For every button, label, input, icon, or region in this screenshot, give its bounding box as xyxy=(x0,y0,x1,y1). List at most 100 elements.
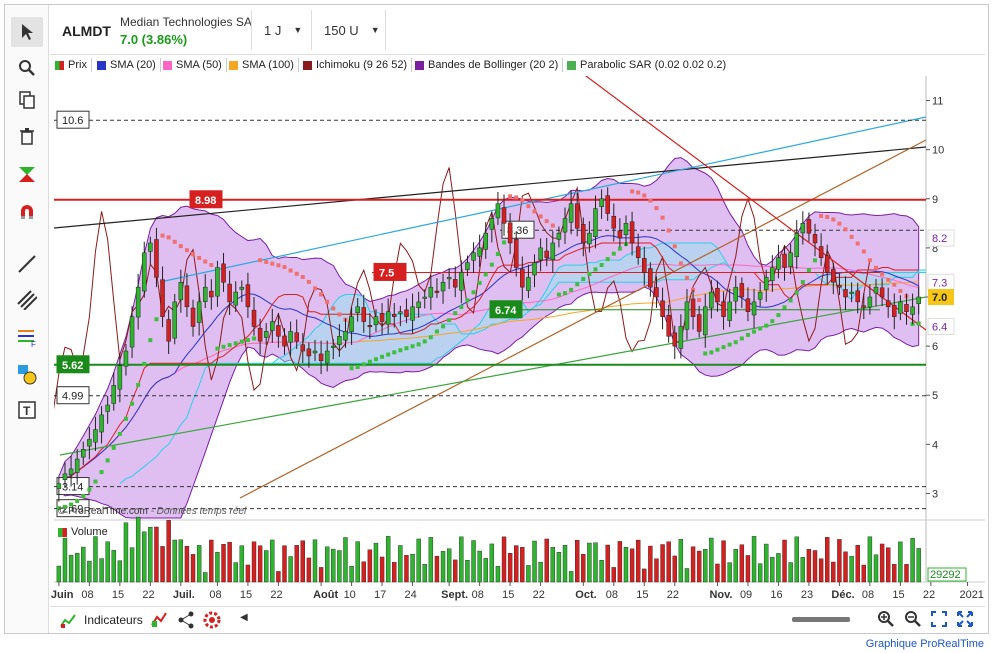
candle-body xyxy=(367,325,373,328)
candle-body xyxy=(568,203,574,223)
candle-body xyxy=(337,336,342,346)
sar-dot xyxy=(227,343,232,348)
indicators-icon xyxy=(60,614,76,628)
strategy-icon[interactable] xyxy=(150,611,168,634)
volume-bar xyxy=(62,537,68,583)
candle-body xyxy=(776,257,781,270)
sar-dot xyxy=(892,282,897,287)
sar-dot xyxy=(447,318,452,323)
scroll-left-icon[interactable]: ◀ xyxy=(240,612,248,623)
level-label: 5.62 xyxy=(62,360,83,372)
candle-body xyxy=(343,331,348,341)
sar-dot xyxy=(666,228,671,233)
indicators-button[interactable]: Indicateurs xyxy=(60,612,143,628)
x-tick-label: Nov. xyxy=(709,589,732,601)
candle-body xyxy=(550,242,556,260)
x-tick-label: 15 xyxy=(502,589,514,601)
scrollbar-thumb[interactable] xyxy=(792,617,850,622)
sar-dot xyxy=(398,348,403,353)
sar-dot xyxy=(550,223,555,228)
candle-body xyxy=(404,309,409,317)
volume-bar xyxy=(446,548,452,583)
sar-dot xyxy=(422,339,427,344)
sar-dot xyxy=(855,241,860,246)
volume-bar xyxy=(520,547,525,583)
candle-body xyxy=(727,301,732,321)
sar-dot xyxy=(569,287,574,292)
fullscreen-icon[interactable] xyxy=(956,610,974,633)
candle-body xyxy=(867,296,873,308)
sar-dot xyxy=(788,298,793,303)
sar-dot xyxy=(148,338,153,343)
share-icon[interactable] xyxy=(177,611,195,634)
sar-dot xyxy=(459,305,464,310)
sar-dot xyxy=(252,336,257,341)
candle-body xyxy=(81,448,86,458)
x-tick-label: 2021 xyxy=(959,589,983,601)
sar-dot xyxy=(270,261,275,266)
volume-bar xyxy=(264,550,269,583)
sar-dot xyxy=(130,401,135,406)
candle-body xyxy=(660,300,665,317)
volume-bar xyxy=(392,562,397,583)
candle-body xyxy=(202,286,208,303)
volume-bar xyxy=(331,548,336,583)
x-tick-label: 08 xyxy=(81,589,93,601)
volume-bar xyxy=(74,552,80,583)
volume-bar xyxy=(349,565,354,583)
volume-bar xyxy=(873,554,879,583)
volume-bar xyxy=(666,541,671,583)
volume-legend[interactable]: Volume xyxy=(58,526,108,538)
candle-body xyxy=(666,315,671,337)
candle-body xyxy=(648,268,653,288)
sar-dot xyxy=(392,350,397,355)
sar-dot xyxy=(898,288,903,293)
candle-body xyxy=(739,283,745,298)
candle-body xyxy=(245,284,251,308)
sar-dot xyxy=(282,265,287,270)
candle-body xyxy=(520,268,525,288)
volume-bar xyxy=(117,560,123,583)
y-tick-label: 10 xyxy=(932,145,944,157)
candle-body xyxy=(294,332,299,342)
volume-bar xyxy=(501,536,507,583)
volume-bar xyxy=(404,554,409,583)
volume-bar xyxy=(257,545,263,583)
volume-bar xyxy=(221,544,226,583)
volume-bar xyxy=(831,561,836,583)
x-tick-label: 08 xyxy=(472,589,484,601)
sar-dot xyxy=(166,235,171,240)
candle-body xyxy=(623,223,629,235)
price-chart[interactable]: 3456789101110.68.988.367.56.745.624.993.… xyxy=(0,0,998,653)
footer-credit[interactable]: Graphique ProRealTime xyxy=(866,638,984,650)
zoom-in-icon[interactable] xyxy=(877,610,895,633)
candle-body xyxy=(221,263,226,283)
zoom-out-icon[interactable] xyxy=(904,610,922,633)
sar-dot xyxy=(782,305,787,310)
volume-bar xyxy=(843,551,848,583)
candle-body xyxy=(459,272,464,291)
volume-bar xyxy=(916,548,921,583)
current-price-label: 7.0 xyxy=(932,292,947,304)
volume-bar xyxy=(654,558,659,583)
settings-icon[interactable] xyxy=(202,610,222,635)
sar-dot xyxy=(678,261,683,266)
x-tick-label: 09 xyxy=(740,589,752,601)
fit-icon[interactable] xyxy=(930,610,948,633)
x-tick-label: Juil. xyxy=(173,589,195,601)
volume-bar xyxy=(599,559,604,583)
candle-body xyxy=(446,277,452,280)
candle-body xyxy=(270,321,275,331)
candle-body xyxy=(318,353,324,362)
volume-bar xyxy=(855,545,860,583)
sar-dot xyxy=(880,272,885,277)
candle-body xyxy=(398,311,403,314)
sar-dot xyxy=(361,362,366,367)
volume-bar xyxy=(190,554,196,583)
x-tick-label: Oct. xyxy=(575,589,596,601)
volume-bar xyxy=(611,567,616,583)
sar-dot xyxy=(672,244,677,249)
volume-bar xyxy=(215,552,220,583)
candle-body xyxy=(312,350,318,354)
sar-dot xyxy=(587,272,592,277)
